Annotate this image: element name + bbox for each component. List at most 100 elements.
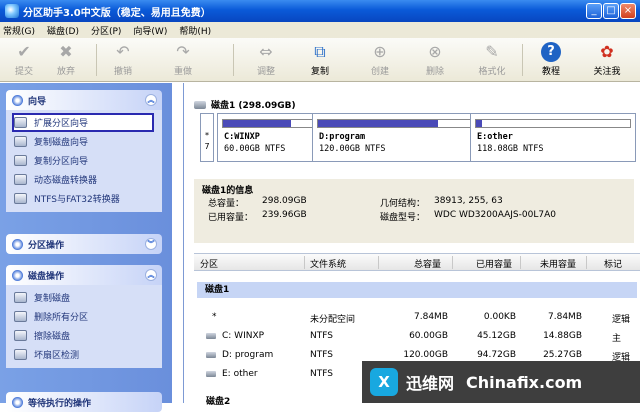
copy-icon: ⧉ bbox=[314, 42, 326, 61]
copy-button[interactable]: ⧉ 复制 bbox=[300, 41, 340, 79]
toolbar: ✔ 提交 ✖ 放弃 ↶ 撤销 ↷ 重做 ⇔ 调整 ⧉ 复制 ⊕ 创建 ⊗ 删除 ✎ 格式化 ? 教程… bbox=[0, 38, 640, 82]
pending-ops-panel-header[interactable]: 等待执行的操作 bbox=[6, 392, 162, 412]
partition-icon bbox=[206, 371, 216, 377]
extend-partition-icon bbox=[14, 117, 27, 128]
used-capacity-label: 已用容量： bbox=[208, 213, 254, 223]
convert-icon bbox=[14, 193, 27, 204]
format-button[interactable]: ✎ 格式化 bbox=[472, 41, 512, 79]
disk-header: 磁盘1 (298.09GB) bbox=[194, 98, 296, 111]
disk-info-panel: 磁盘1的信息 总容量： 298.09GB 已用容量： 239.96GB 几何结构… bbox=[194, 179, 634, 243]
disk-icon bbox=[194, 100, 206, 109]
wizard-panel: 向导 ︽ 扩展分区向导 复制磁盘向导 复制分区向导 动态磁盘转换器 NTFS与FA… bbox=[6, 90, 162, 212]
menu-help[interactable]: 帮助(H) bbox=[179, 24, 211, 37]
sidebar: 向导 ︽ 扩展分区向导 复制磁盘向导 复制分区向导 动态磁盘转换器 NTFS与FA… bbox=[0, 83, 172, 412]
undo-button[interactable]: ↶ 撤销 bbox=[103, 41, 143, 79]
geometry-value: 38913, 255, 63 bbox=[434, 196, 503, 206]
cross-icon: ✖ bbox=[59, 42, 73, 61]
sidebar-item-copy-partition-wizard[interactable]: 复制分区向导 bbox=[12, 151, 162, 170]
expand-icon[interactable]: ︾ bbox=[145, 238, 157, 250]
close-button[interactable]: × bbox=[620, 3, 636, 19]
delete-button[interactable]: ⊗ 删除 bbox=[415, 41, 455, 79]
redo-button[interactable]: ↷ 重做 bbox=[163, 41, 203, 79]
partition-ops-panel: 分区操作 ︾ bbox=[6, 234, 162, 254]
redo-icon: ↷ bbox=[176, 42, 190, 61]
disk-ops-panel-header[interactable]: 磁盘操作 ︽ bbox=[6, 265, 162, 285]
disk-info-title: 磁盘1的信息 bbox=[202, 186, 254, 196]
column-flag[interactable]: 标记 bbox=[604, 257, 622, 270]
menu-partition[interactable]: 分区(P) bbox=[91, 24, 121, 37]
delete-icon: ⊗ bbox=[428, 42, 442, 61]
column-total[interactable]: 总容量 bbox=[414, 257, 441, 270]
table-row[interactable]: C: WINXP NTFS 60.00GB 45.12GB 14.88GB 主 bbox=[194, 327, 640, 345]
window-title: 分区助手3.0中文版（稳定、易用且免费） bbox=[23, 7, 211, 19]
column-filesystem[interactable]: 文件系统 bbox=[310, 257, 346, 270]
disk-map: C:WINXP 60.00GB NTFS D:program 120.00GB … bbox=[200, 113, 638, 162]
toolbar-separator bbox=[522, 44, 523, 76]
resize-button[interactable]: ⇔ 调整 bbox=[246, 41, 286, 79]
partition-block-c[interactable]: C:WINXP 60.00GB NTFS bbox=[217, 113, 319, 162]
watermark-logo: X bbox=[370, 368, 398, 396]
sidebar-item-dynamic-disk-converter[interactable]: 动态磁盘转换器 bbox=[12, 170, 162, 189]
collapse-icon[interactable]: ︽ bbox=[145, 94, 157, 106]
maximize-button[interactable]: □ bbox=[603, 3, 619, 19]
pending-ops-icon bbox=[12, 396, 23, 408]
disk-ops-icon bbox=[12, 269, 23, 281]
collapse-icon[interactable]: ︽ bbox=[145, 269, 157, 281]
column-partition[interactable]: 分区 bbox=[200, 257, 218, 270]
partition-block-e[interactable]: E:other 118.08GB NTFS bbox=[470, 113, 636, 162]
sidebar-item-bad-sector-check[interactable]: 坏扇区检测 bbox=[12, 345, 162, 364]
tutorial-button[interactable]: ? 教程 bbox=[531, 41, 571, 79]
partition-icon bbox=[206, 352, 216, 358]
sidebar-item-copy-disk-wizard[interactable]: 复制磁盘向导 bbox=[12, 132, 162, 151]
pending-ops-panel: 等待执行的操作 bbox=[6, 392, 162, 412]
used-capacity-value: 239.96GB bbox=[262, 210, 307, 220]
disk-model-value: WDC WD3200AAJS-00L7A0 bbox=[434, 210, 556, 220]
menu-bar: 常规(G) 磁盘(D) 分区(P) 向导(W) 帮助(H) bbox=[0, 22, 640, 38]
copy-disk-icon bbox=[14, 136, 27, 147]
format-icon: ✎ bbox=[485, 42, 499, 61]
check-icon: ✔ bbox=[17, 42, 31, 61]
toolbar-separator bbox=[233, 44, 234, 76]
usage-bar bbox=[317, 119, 471, 128]
main-content: 磁盘1 (298.09GB) * 7 C:WINXP 60.00GB NTFS D… bbox=[183, 83, 640, 407]
copy-disk-icon bbox=[14, 292, 27, 303]
menu-general[interactable]: 常规(G) bbox=[3, 24, 35, 37]
watermark: X 迅维网 Chinafix.com bbox=[362, 361, 640, 403]
table-section-disk1[interactable]: 磁盘1 bbox=[197, 282, 637, 298]
follow-icon: ✿ bbox=[600, 42, 614, 61]
total-capacity-value: 298.09GB bbox=[262, 196, 307, 206]
partition-block-d[interactable]: D:program 120.00GB NTFS bbox=[312, 113, 476, 162]
sidebar-item-copy-disk[interactable]: 复制磁盘 bbox=[12, 288, 162, 307]
usage-fill bbox=[318, 120, 439, 127]
copy-partition-icon bbox=[14, 155, 27, 166]
create-button[interactable]: ⊕ 创建 bbox=[360, 41, 400, 79]
partition-ops-panel-header[interactable]: 分区操作 ︾ bbox=[6, 234, 162, 254]
disk-model-label: 磁盘型号： bbox=[380, 213, 426, 223]
sidebar-item-wipe-disk[interactable]: 擦除磁盘 bbox=[12, 326, 162, 345]
sidebar-item-delete-all-partitions[interactable]: 删除所有分区 bbox=[12, 307, 162, 326]
wizard-panel-header[interactable]: 向导 ︽ bbox=[6, 90, 162, 110]
geometry-label: 几何结构： bbox=[380, 199, 426, 209]
watermark-cn-text: 迅维网 bbox=[406, 374, 455, 393]
help-icon: ? bbox=[541, 42, 561, 62]
discard-button[interactable]: ✖ 放弃 bbox=[46, 41, 86, 79]
column-used[interactable]: 已用容量 bbox=[476, 257, 512, 270]
total-capacity-label: 总容量： bbox=[208, 199, 245, 209]
menu-disk[interactable]: 磁盘(D) bbox=[47, 24, 79, 37]
undo-icon: ↶ bbox=[116, 42, 130, 61]
follow-button[interactable]: ✿ 关注我 bbox=[587, 41, 627, 79]
wipe-disk-icon bbox=[14, 330, 27, 341]
apply-button[interactable]: ✔ 提交 bbox=[4, 41, 44, 79]
sidebar-item-ntfs-fat32-converter[interactable]: NTFS与FAT32转换器 bbox=[12, 189, 162, 208]
usage-bar bbox=[475, 119, 631, 128]
bad-sector-icon bbox=[14, 349, 27, 360]
column-free[interactable]: 未用容量 bbox=[540, 257, 576, 270]
table-row[interactable]: * 未分配空间 7.84MB 0.00KB 7.84MB 逻辑 bbox=[194, 308, 640, 326]
disk-ops-panel-body: 复制磁盘 删除所有分区 擦除磁盘 坏扇区检测 bbox=[6, 285, 162, 368]
usage-fill bbox=[223, 120, 291, 127]
minimize-button[interactable]: _ bbox=[586, 3, 602, 19]
dynamic-disk-icon bbox=[14, 174, 27, 185]
menu-wizard[interactable]: 向导(W) bbox=[133, 24, 167, 37]
sidebar-item-extend-partition-wizard[interactable]: 扩展分区向导 bbox=[12, 113, 154, 132]
create-icon: ⊕ bbox=[373, 42, 387, 61]
